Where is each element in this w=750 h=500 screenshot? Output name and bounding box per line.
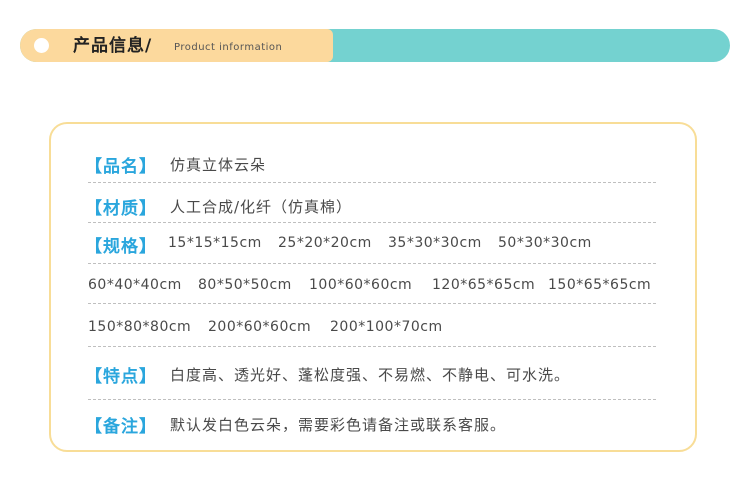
- name-label: 【品名】: [85, 157, 157, 177]
- size-item: 50*30*30cm: [498, 235, 592, 251]
- size-item: 25*20*20cm: [278, 235, 372, 251]
- divider: [88, 222, 656, 223]
- size-item: 80*50*50cm: [198, 277, 292, 293]
- divider: [88, 182, 656, 183]
- size-item: 200*100*70cm: [330, 319, 443, 335]
- divider: [88, 399, 656, 400]
- size-item: 120*65*65cm: [432, 277, 536, 293]
- features-value: 白度高、透光好、蓬松度强、不易燃、不静电、可水洗。: [170, 366, 571, 384]
- size-item: 15*15*15cm: [168, 235, 262, 251]
- features-label: 【特点】: [85, 367, 157, 387]
- divider: [88, 263, 656, 264]
- material-label: 【材质】: [85, 199, 157, 219]
- section-title: 产品信息/: [73, 36, 153, 56]
- size-item: 150*65*65cm: [548, 277, 652, 293]
- size-item: 60*40*40cm: [88, 277, 182, 293]
- material-value: 人工合成/化纤（仿真棉）: [170, 198, 353, 216]
- spec-label: 【规格】: [85, 237, 157, 257]
- divider: [88, 346, 656, 347]
- note-value: 默认发白色云朵，需要彩色请备注或联系客服。: [170, 416, 507, 434]
- divider: [88, 303, 656, 304]
- size-item: 35*30*30cm: [388, 235, 482, 251]
- size-item: 100*60*60cm: [309, 277, 413, 293]
- size-item: 200*60*60cm: [208, 319, 312, 335]
- note-label: 【备注】: [85, 417, 157, 437]
- name-value: 仿真立体云朵: [170, 156, 267, 174]
- section-subtitle: Product information: [174, 42, 283, 53]
- header-dot-icon: [34, 38, 49, 53]
- size-item: 150*80*80cm: [88, 319, 192, 335]
